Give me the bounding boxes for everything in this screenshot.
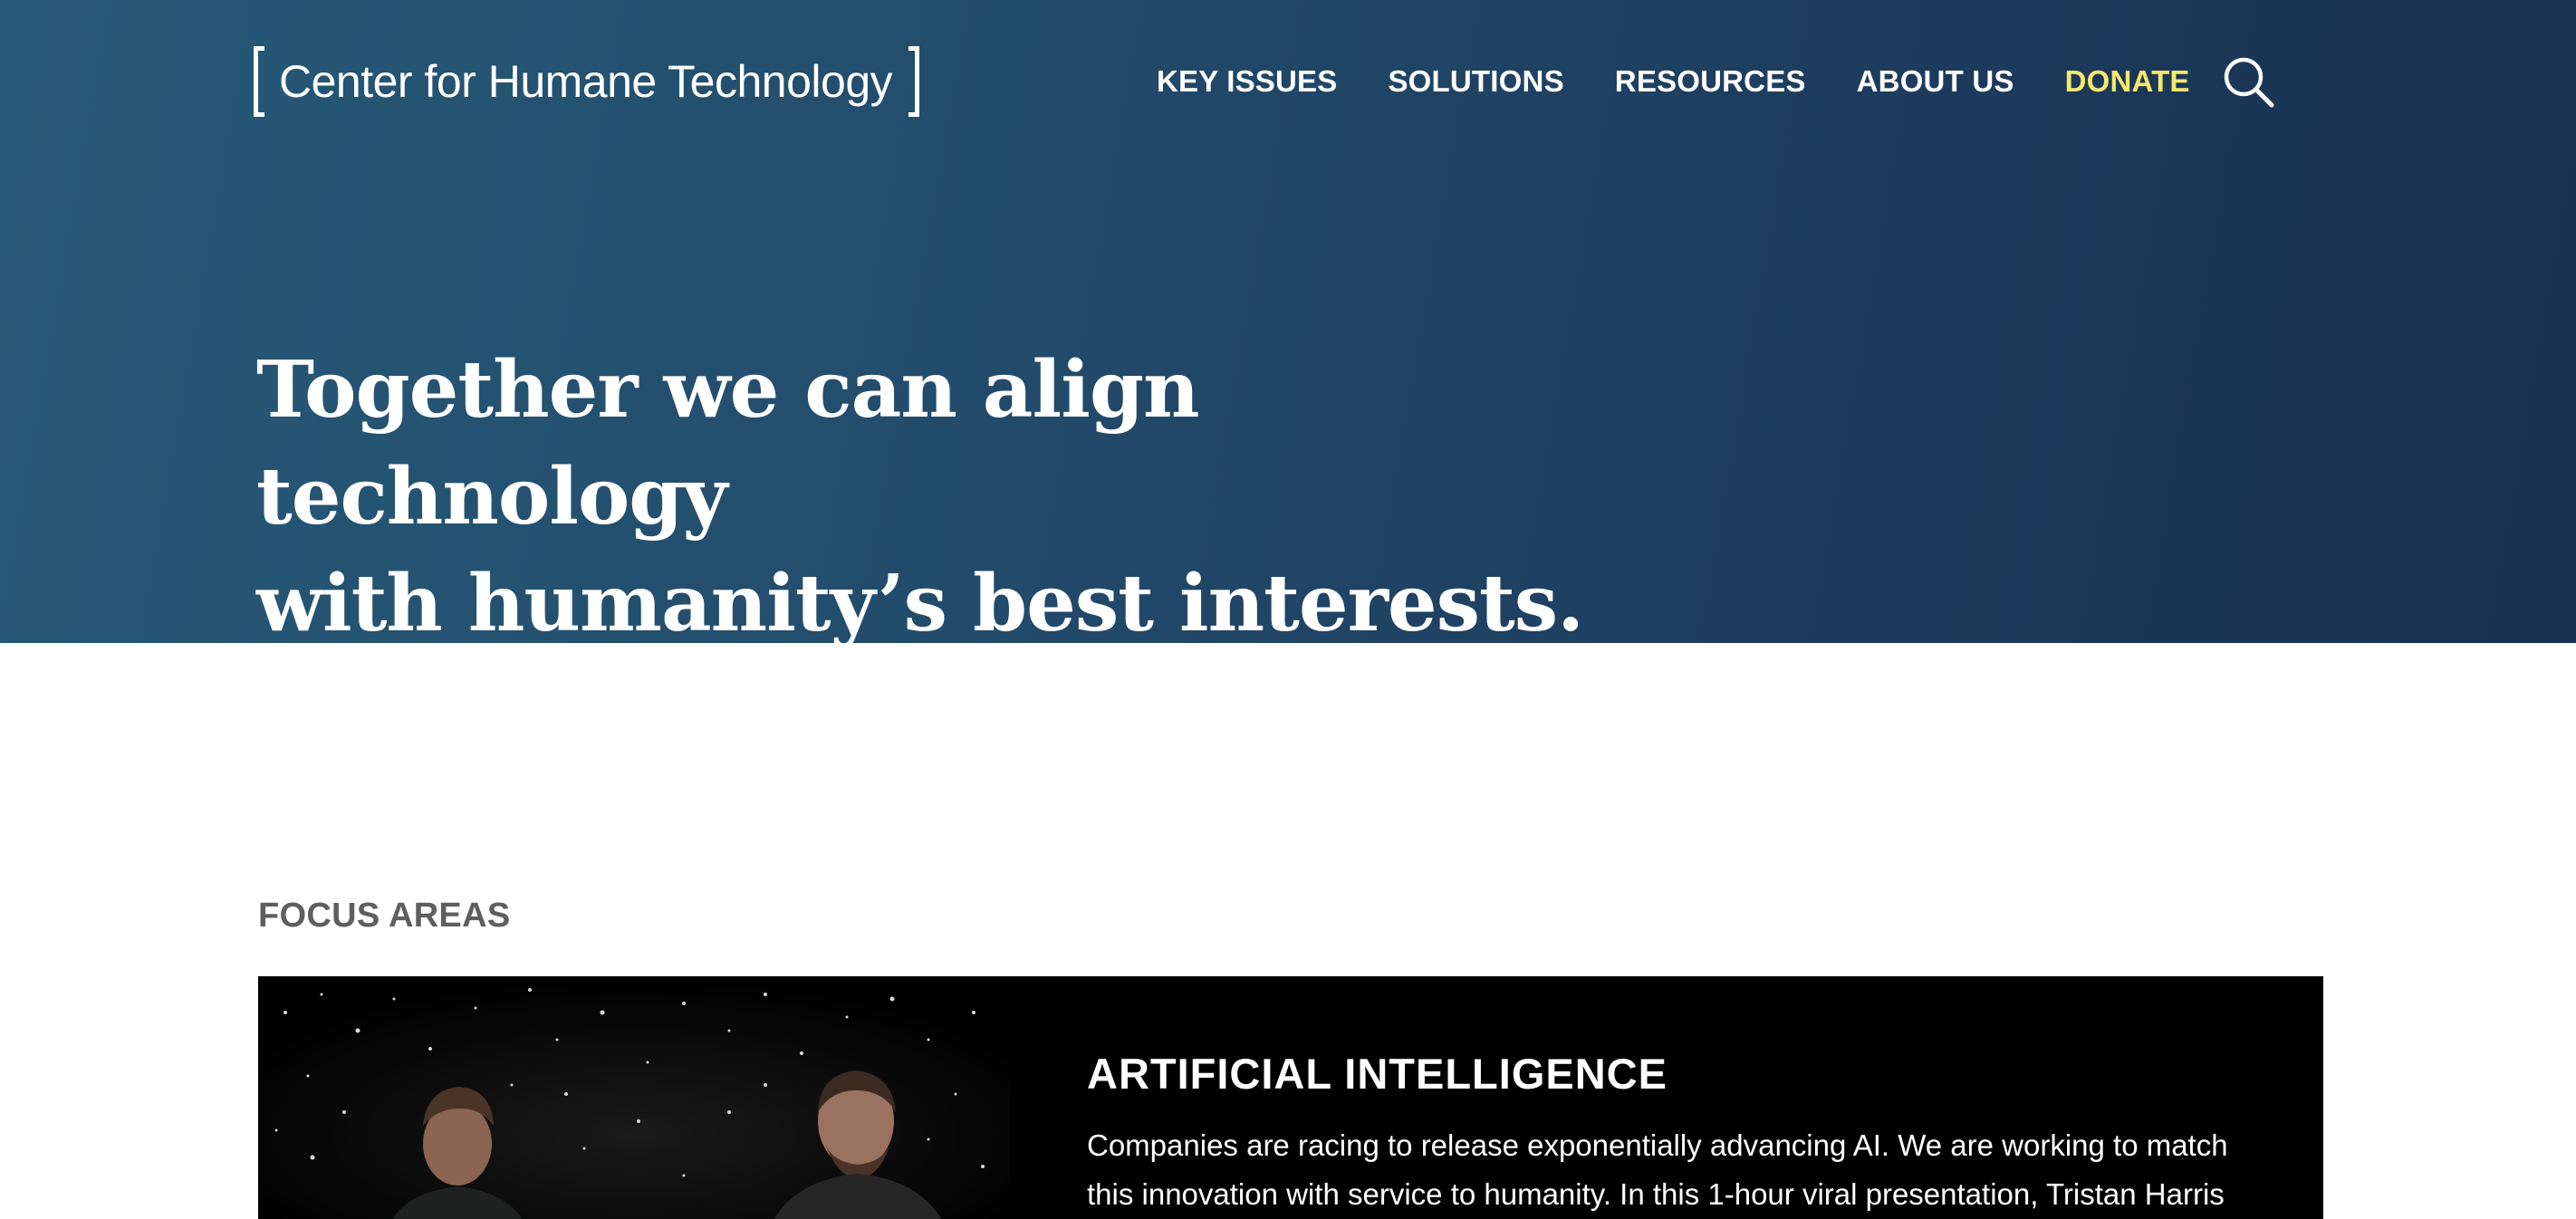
logo-right-bracket [908,46,920,117]
nav-key-issues[interactable]: KEY ISSUES [1157,64,1337,99]
card-description: Companies are racing to release exponent… [1087,1121,2264,1219]
hero-headline: Together we can align technology with hu… [256,337,1615,657]
main-nav: KEY ISSUES SOLUTIONS RESOURCES ABOUT US … [1157,62,2190,101]
focus-card-ai[interactable]: ARTIFICIAL INTELLIGENCE Companies are ra… [258,976,2323,1219]
nav-about-us[interactable]: ABOUT US [1857,64,2014,99]
card-description-line-2: this innovation with service to humanity… [1087,1177,2225,1211]
nav-resources[interactable]: RESOURCES [1615,64,1806,99]
logo-text: Center for Humane Technology [279,56,893,107]
page: Center for Humane Technology KEY ISSUES … [0,0,2576,1219]
logo-left-bracket [254,46,264,117]
focus-areas-heading: FOCUS AREAS [258,897,511,935]
hero-headline-line-1: Together we can align technology [256,344,1200,542]
hero-headline-line-2: with humanity’s best interests. [256,558,1584,649]
card-description-line-1: Companies are racing to release exponent… [1087,1128,2228,1162]
card-image-presenters[interactable] [258,976,1010,1219]
search-icon[interactable] [2221,54,2275,109]
card-title[interactable]: ARTIFICIAL INTELLIGENCE [1087,1049,1668,1099]
site-logo[interactable]: Center for Humane Technology [254,43,920,120]
hero-banner: Center for Humane Technology KEY ISSUES … [0,0,2576,649]
nav-solutions[interactable]: SOLUTIONS [1388,64,1563,99]
nav-donate[interactable]: DONATE [2065,64,2190,99]
